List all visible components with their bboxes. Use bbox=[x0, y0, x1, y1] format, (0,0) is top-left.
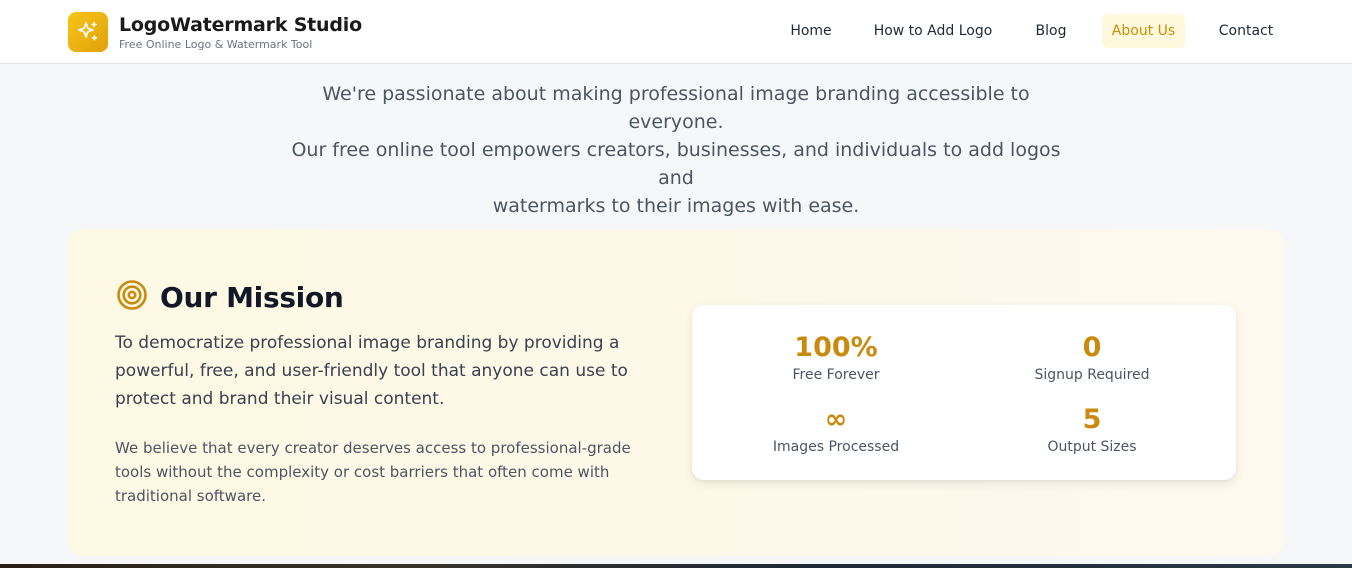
stat-label: Images Processed bbox=[772, 439, 900, 455]
stat-value: ∞ bbox=[824, 404, 848, 435]
stat-label: Free Forever bbox=[792, 367, 880, 383]
sparkles-icon bbox=[68, 12, 108, 52]
stat-signup-required: 0 Signup Required bbox=[992, 332, 1192, 384]
mission-body: We believe that every creator deserves a… bbox=[115, 439, 631, 505]
intro-line-1: We're passionate about making profession… bbox=[322, 83, 1030, 133]
target-icon bbox=[116, 279, 148, 316]
intro-line-2: Our free online tool empowers creators, … bbox=[291, 139, 1061, 189]
nav-home[interactable]: Home bbox=[778, 14, 844, 48]
stat-images-processed: ∞ Images Processed bbox=[736, 404, 936, 456]
mission-lead: To democratize professional image brandi… bbox=[115, 333, 628, 409]
stats-card: 100% Free Forever 0 Signup Required ∞ Im… bbox=[692, 305, 1236, 480]
stat-label: Signup Required bbox=[1034, 367, 1150, 383]
site-header: LogoWatermark Studio Free Online Logo & … bbox=[0, 0, 1352, 64]
mission-heading: Our Mission bbox=[116, 279, 344, 316]
mission-section: Our Mission To democratize professional … bbox=[68, 229, 1284, 556]
brand-subtitle: Free Online Logo & Watermark Tool bbox=[119, 37, 313, 51]
next-section-edge bbox=[0, 564, 1352, 568]
nav-about-us[interactable]: About Us bbox=[1102, 14, 1185, 48]
stat-value: 5 bbox=[1082, 404, 1102, 435]
stat-value: 0 bbox=[1082, 332, 1102, 363]
intro-line-3: watermarks to their images with ease. bbox=[492, 195, 860, 217]
stat-output-sizes: 5 Output Sizes bbox=[992, 404, 1192, 456]
mission-title: Our Mission bbox=[160, 281, 344, 314]
nav-how-to-add-logo[interactable]: How to Add Logo bbox=[866, 14, 1000, 48]
nav-blog[interactable]: Blog bbox=[1024, 14, 1078, 48]
brand-logo-link[interactable]: LogoWatermark Studio Free Online Logo & … bbox=[68, 12, 362, 52]
stat-label: Output Sizes bbox=[1047, 439, 1137, 455]
brand-title: LogoWatermark Studio bbox=[119, 13, 362, 36]
stat-value: 100% bbox=[794, 332, 878, 363]
stat-free-forever: 100% Free Forever bbox=[736, 332, 936, 384]
nav-contact[interactable]: Contact bbox=[1208, 14, 1284, 48]
intro-text: We're passionate about making profession… bbox=[276, 80, 1076, 220]
